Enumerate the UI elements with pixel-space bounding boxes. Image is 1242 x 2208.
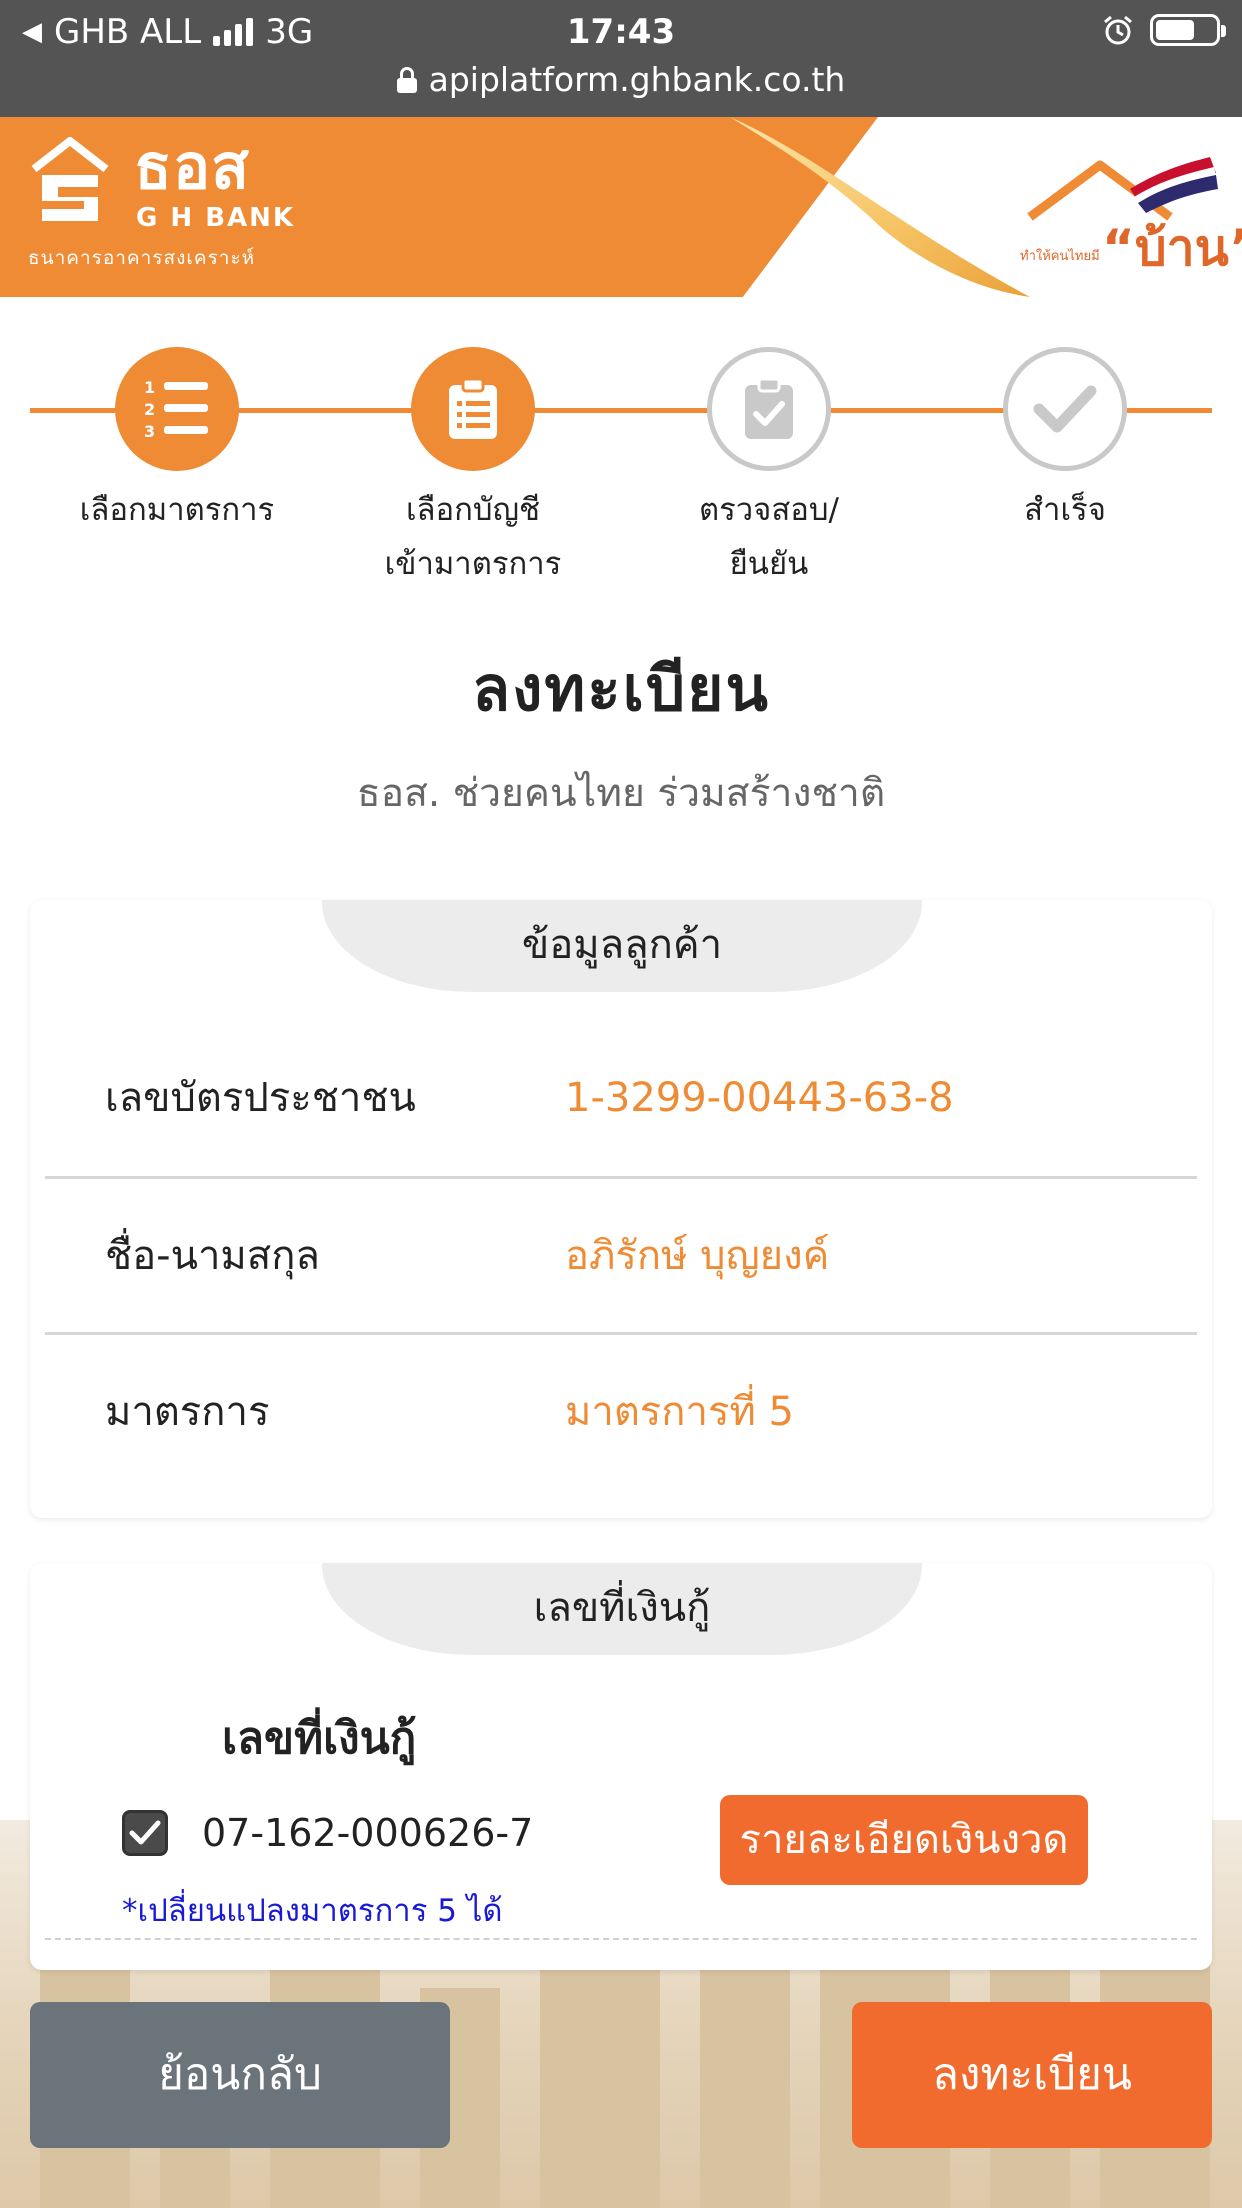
status-bar: ◀ GHB ALL 3G 17:43 apiplatform.ghbank.co… <box>0 0 1242 117</box>
loan-card: เลขที่เงินกู้ เลขที่เงินกู้ 07-162-00062… <box>30 1563 1212 1970</box>
clipboard-check-icon <box>745 377 793 439</box>
id-card-label: เลขบัตรประชาชน <box>105 1075 416 1121</box>
step-select-account: เลือกบัญชี เข้ามาตรการ <box>343 347 603 591</box>
clipboard-list-icon <box>449 377 497 439</box>
installment-details-button[interactable]: รายละเอียดเงินงวด <box>720 1795 1088 1885</box>
customer-info-tab-title: ข้อมูลลูกค้า <box>322 900 922 992</box>
numbered-list-icon: 1 2 3 <box>144 378 208 441</box>
ghbank-logo-mark-icon <box>31 137 109 221</box>
address-bar[interactable]: apiplatform.ghbank.co.th <box>0 60 1242 99</box>
step-complete: สำเร็จ <box>935 347 1195 537</box>
id-card-value: 1-3299-00443-63-8 <box>565 1075 954 1121</box>
step-label: สำเร็จ <box>1024 492 1106 528</box>
svg-text:1: 1 <box>144 378 155 397</box>
page-subtitle: ธอส. ช่วยคนไทย ร่วมสร้างชาติ <box>356 771 886 816</box>
dashed-divider <box>45 1938 1197 1940</box>
step-select-measure: 1 2 3 เลือกมาตรการ <box>47 347 307 537</box>
full-name-row: ชื่อ-นามสกุล อภิรักษ์ บุญยงค์ <box>45 1178 1197 1334</box>
step-circle <box>411 347 535 471</box>
step-circle: 1 2 3 <box>115 347 239 471</box>
loan-select-checkbox[interactable] <box>122 1810 168 1856</box>
back-button[interactable]: ย้อนกลับ <box>30 2002 450 2148</box>
step-circle <box>1003 347 1127 471</box>
logo-english-text: G H BANK <box>136 203 296 233</box>
full-name-value: อภิรักษ์ บุญยงค์ <box>565 1233 830 1279</box>
campaign-big-text: “บ้าน” <box>1102 219 1242 277</box>
step-label: ตรวจสอบ/ ยืนยัน <box>698 492 839 582</box>
checkmark-icon <box>129 1820 161 1845</box>
step-circle <box>707 347 831 471</box>
url-text: apiplatform.ghbank.co.th <box>428 60 846 99</box>
campaign-logo: ทำให้คนไทยมี “บ้าน” <box>1020 137 1242 287</box>
page-curl-decoration <box>730 117 1030 297</box>
logo-thai-text: ธอส <box>134 130 250 203</box>
measure-change-note: *เปลี่ยนแปลงมาตรการ 5 ได้ <box>122 1893 503 1929</box>
logo-subtitle: ธนาคารอาคารสงเคราะห์ <box>28 247 256 269</box>
battery-icon <box>1150 14 1226 46</box>
step-verify-confirm: ตรวจสอบ/ ยืนยัน <box>639 347 899 591</box>
id-card-row: เลขบัตรประชาชน 1-3299-00443-63-8 <box>45 1020 1197 1176</box>
loan-heading: เลขที่เงินกู้ <box>222 1713 417 1764</box>
page-title: ลงทะเบียน <box>472 652 770 725</box>
step-label: เลือกมาตรการ <box>79 492 275 528</box>
measure-row: มาตรการ มาตรการที่ 5 <box>45 1334 1197 1490</box>
check-icon <box>1033 385 1097 433</box>
measure-value: มาตรการที่ 5 <box>565 1389 794 1435</box>
loan-tab-title: เลขที่เงินกู้ <box>322 1563 922 1655</box>
svg-text:3: 3 <box>144 422 155 441</box>
alarm-icon <box>1104 15 1132 45</box>
campaign-small-text: ทำให้คนไทยมี <box>1020 249 1100 264</box>
measure-label: มาตรการ <box>105 1389 270 1435</box>
header-banner: ธอส G H BANK ธนาคารอาคารสงเคราะห์ ทำให้ค… <box>0 117 1242 297</box>
clock: 17:43 <box>566 12 676 52</box>
customer-info-card: ข้อมูลลูกค้า เลขบัตรประชาชน 1-3299-00443… <box>30 900 1212 1518</box>
full-name-label: ชื่อ-นามสกุล <box>105 1233 320 1279</box>
register-button[interactable]: ลงทะเบียน <box>852 2002 1212 2148</box>
step-label: เลือกบัญชี เข้ามาตรการ <box>384 492 562 582</box>
lock-icon <box>396 66 417 93</box>
loan-number: 07-162-000626-7 <box>202 1811 534 1855</box>
progress-stepper: 1 2 3 เลือกมาตรการ เลือกบัญชี เข้ามาตรกา… <box>0 297 1242 597</box>
svg-text:2: 2 <box>144 400 155 419</box>
